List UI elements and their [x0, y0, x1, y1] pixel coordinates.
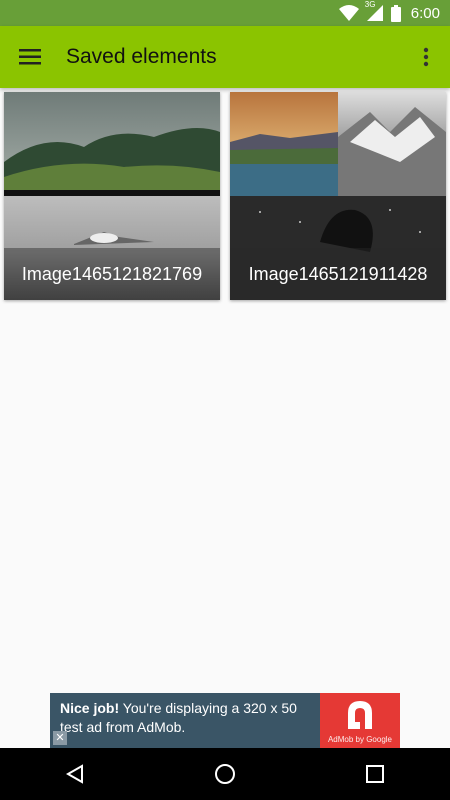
saved-elements-grid: Image1465121821769 Image1465121911428 [0, 88, 450, 693]
recents-icon[interactable] [345, 748, 405, 800]
clock: 6:00 [410, 4, 440, 22]
admob-caption: AdMob by Google [327, 735, 393, 744]
status-bar: 3G 6:00 [0, 0, 450, 26]
ad-banner[interactable]: Nice job! You're displaying a 320 x 50 t… [50, 693, 400, 748]
home-icon[interactable] [195, 748, 255, 800]
ad-headline: Nice job! [60, 700, 120, 716]
ad-text: Nice job! You're displaying a 320 x 50 t… [50, 693, 320, 748]
page-title: Saved elements [66, 45, 217, 68]
more-vert-icon[interactable] [402, 26, 450, 88]
saved-item-card[interactable]: Image1465121821769 [4, 92, 220, 300]
app-bar: Saved elements [0, 26, 450, 88]
wifi-icon [338, 5, 359, 21]
saved-item-label: Image1465121911428 [230, 248, 446, 300]
network-type-label: 3G [364, 0, 376, 9]
battery-icon [390, 4, 401, 22]
back-icon[interactable] [45, 748, 105, 800]
admob-icon [348, 701, 372, 729]
admob-logo: AdMob by Google [320, 693, 400, 748]
status-icons: 3G 6:00 [338, 0, 440, 22]
navigation-bar [0, 748, 450, 800]
hamburger-menu-icon[interactable] [0, 26, 60, 88]
saved-item-card[interactable]: Image1465121911428 [230, 92, 446, 300]
close-icon[interactable]: ✕ [53, 731, 67, 745]
saved-item-label: Image1465121821769 [4, 248, 220, 300]
signal-icon: 3G [365, 0, 383, 21]
